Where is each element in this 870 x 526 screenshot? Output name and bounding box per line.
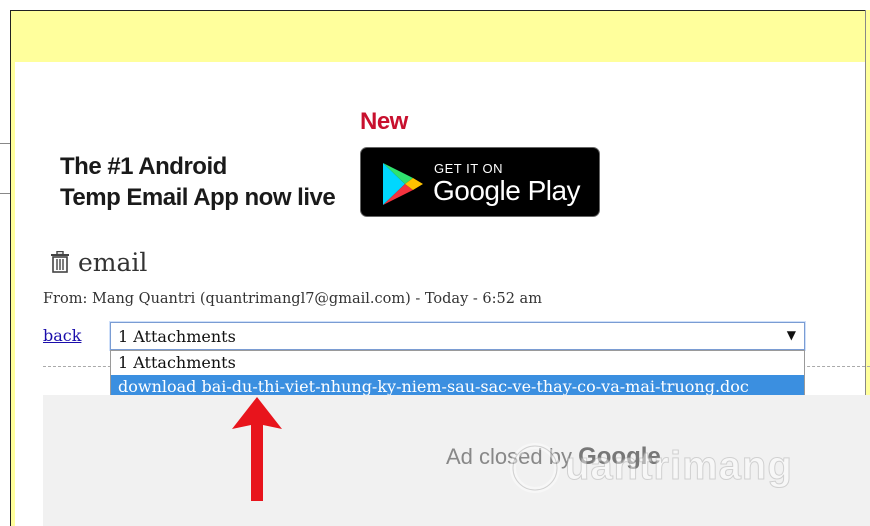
promo-line-2: Temp Email App now live — [60, 184, 336, 211]
left-border-strip — [10, 62, 15, 526]
watermark-text: uantrimang — [565, 444, 793, 489]
new-label: New — [360, 108, 408, 135]
promo-line-1: The #1 Android — [60, 153, 227, 180]
promo-banner-text: The #1 Android Temp Email App now live — [60, 151, 336, 213]
google-play-badge[interactable]: GET IT ON Google Play — [360, 147, 600, 217]
badge-big-text: Google Play — [433, 175, 581, 206]
dropdown-arrow-icon: ▼ — [786, 328, 796, 342]
divider — [0, 193, 10, 194]
attachments-option[interactable]: 1 Attachments — [111, 351, 804, 375]
divider — [0, 143, 10, 144]
trash-icon[interactable] — [50, 251, 70, 273]
attachments-select-value: 1 Attachments — [118, 327, 236, 346]
email-from-line: From: Mang Quantri (quantrimangl7@gmail.… — [43, 291, 542, 307]
watermark: uantrimang — [505, 432, 825, 502]
back-link[interactable]: back — [43, 326, 81, 345]
google-play-icon — [383, 163, 423, 205]
red-arrow-annotation — [232, 397, 282, 501]
watermark-logo-icon — [510, 443, 560, 493]
email-heading-label: email — [78, 248, 148, 277]
email-heading: email — [50, 248, 147, 277]
badge-small-text: GET IT ON — [434, 161, 504, 176]
browser-toolbar-area — [10, 10, 867, 62]
attachments-select[interactable]: 1 Attachments ▼ — [110, 322, 805, 350]
attachments-dropdown-list: 1 Attachments download bai-du-thi-viet-n… — [110, 350, 805, 400]
